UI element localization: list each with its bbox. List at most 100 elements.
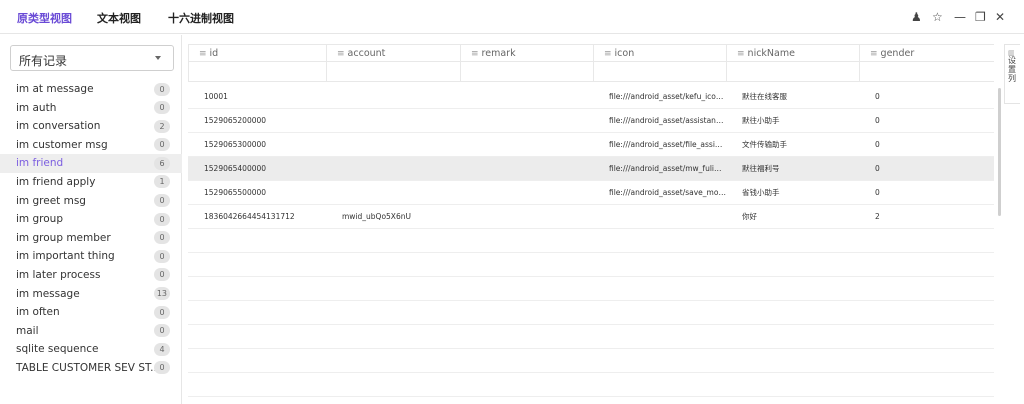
pin-icon[interactable]: ☆ — [932, 9, 943, 25]
cell-nickname[interactable]: 你好 — [726, 205, 859, 229]
table-row[interactable]: 1529065400000 file:///android_asset/mw_fu… — [188, 157, 994, 181]
column-menu-icon[interactable]: ≡ — [870, 49, 878, 59]
table-name: TABLE CUSTOMER SEV ST... — [16, 361, 161, 374]
table-row[interactable]: 10001 file:///android_asset/kefu_icon_...… — [188, 85, 994, 109]
cell-icon[interactable] — [593, 205, 726, 229]
cell-account[interactable] — [326, 133, 460, 157]
record-count-badge: 0 — [154, 268, 170, 282]
cell-id[interactable]: 1836042664454131712 — [188, 205, 326, 229]
cell-icon[interactable]: file:///android_asset/assistant_i... — [593, 109, 726, 133]
sidebar-item-table[interactable]: im group 0 — [0, 210, 182, 229]
sidebar-item-table[interactable]: im later process 0 — [0, 266, 182, 285]
column-header-gender[interactable]: ≡ gender — [859, 45, 994, 63]
record-count-badge: 0 — [154, 212, 170, 226]
sidebar-item-table[interactable]: im greet msg 0 — [0, 192, 182, 211]
record-count-badge: 13 — [153, 287, 170, 301]
table-row[interactable]: 1836042664454131712 mwid_ubQo5X6nU 你好 2 — [188, 205, 994, 229]
vertical-scrollbar[interactable] — [998, 88, 1001, 216]
grid-filter-row — [188, 63, 994, 82]
cell-icon[interactable]: file:///android_asset/mw_fuliha... — [593, 157, 726, 181]
sidebar-item-table[interactable]: im customer msg 0 — [0, 136, 182, 155]
sidebar-item-table[interactable]: im friend apply 1 — [0, 173, 182, 192]
cell-account[interactable] — [326, 157, 460, 181]
cell-account[interactable]: mwid_ubQo5X6nU — [326, 205, 460, 229]
column-filter-input[interactable] — [593, 63, 726, 82]
column-menu-icon[interactable]: ≡ — [199, 49, 207, 59]
column-menu-icon[interactable]: ≡ — [471, 49, 479, 59]
close-icon[interactable]: ✕ — [995, 9, 1005, 25]
column-filter-input[interactable] — [859, 63, 994, 82]
sidebar-item-table[interactable]: im auth 0 — [0, 99, 182, 118]
column-header-remark[interactable]: ≡ remark — [460, 45, 593, 63]
column-filter-input[interactable] — [460, 63, 593, 82]
cell-nickname[interactable]: 默往福利号 — [726, 157, 859, 181]
empty-row — [188, 349, 994, 373]
sidebar-item-table[interactable]: im group member 0 — [0, 229, 182, 248]
cell-gender[interactable]: 0 — [859, 85, 994, 109]
table-name: im later process — [16, 268, 101, 281]
cell-gender[interactable]: 0 — [859, 109, 994, 133]
table-row[interactable]: 1529065300000 file:///android_asset/file_… — [188, 133, 994, 157]
column-menu-icon[interactable]: ≡ — [604, 49, 612, 59]
cell-id[interactable]: 1529065200000 — [188, 109, 326, 133]
cell-gender[interactable]: 0 — [859, 133, 994, 157]
sidebar-item-table[interactable]: im conversation 2 — [0, 117, 182, 136]
sidebar-item-table[interactable]: im message 13 — [0, 285, 182, 304]
record-filter-select[interactable]: 所有记录 — [10, 45, 174, 71]
cell-id[interactable]: 1529065500000 — [188, 181, 326, 205]
cell-icon[interactable]: file:///android_asset/file_assista... — [593, 133, 726, 157]
table-row[interactable]: 1529065200000 file:///android_asset/assis… — [188, 109, 994, 133]
cell-nickname[interactable]: 文件传输助手 — [726, 133, 859, 157]
cell-remark[interactable] — [460, 205, 593, 229]
record-count-badge: 0 — [154, 194, 170, 208]
tab-hex-view[interactable]: 十六进制视图 — [168, 10, 234, 26]
column-filter-input[interactable] — [326, 63, 460, 82]
tab-text-view[interactable]: 文本视图 — [97, 10, 141, 26]
cell-gender[interactable]: 0 — [859, 181, 994, 205]
user-icon[interactable]: ♟ — [911, 9, 922, 25]
cell-remark[interactable] — [460, 157, 593, 181]
column-filter-input[interactable] — [188, 63, 326, 82]
cell-remark[interactable] — [460, 181, 593, 205]
cell-nickname[interactable]: 默往在线客服 — [726, 85, 859, 109]
sidebar-item-table[interactable]: im friend 6 — [0, 154, 182, 173]
record-count-badge: 0 — [154, 324, 170, 338]
sidebar-item-table[interactable]: mail 0 — [0, 322, 182, 341]
cell-remark[interactable] — [460, 109, 593, 133]
column-menu-icon[interactable]: ≡ — [737, 49, 745, 59]
cell-nickname[interactable]: 默往小助手 — [726, 109, 859, 133]
cell-id[interactable]: 10001 — [188, 85, 326, 109]
cell-remark[interactable] — [460, 133, 593, 157]
minimize-icon[interactable]: — — [954, 9, 966, 25]
cell-id[interactable]: 1529065300000 — [188, 133, 326, 157]
sidebar-item-table[interactable]: TABLE CUSTOMER SEV ST... 0 — [0, 359, 182, 378]
column-header-account[interactable]: ≡ account — [326, 45, 460, 63]
table-row[interactable]: 1529065500000 file:///android_asset/save_… — [188, 181, 994, 205]
column-header-icon[interactable]: ≡ icon — [593, 45, 726, 63]
cell-remark[interactable] — [460, 85, 593, 109]
column-settings-label[interactable]: 设置列 — [1007, 56, 1017, 83]
cell-account[interactable] — [326, 181, 460, 205]
cell-gender[interactable]: 2 — [859, 205, 994, 229]
sidebar-item-table[interactable]: im important thing 0 — [0, 247, 182, 266]
chevron-down-icon — [155, 56, 161, 60]
column-filter-input[interactable] — [726, 63, 859, 82]
sidebar-item-table[interactable]: im at message 0 — [0, 80, 182, 99]
column-header-label: id — [209, 48, 219, 59]
sidebar-item-table[interactable]: im often 0 — [0, 303, 182, 322]
cell-icon[interactable]: file:///android_asset/kefu_icon_... — [593, 85, 726, 109]
sidebar-item-table[interactable]: sqlite sequence 4 — [0, 340, 182, 359]
cell-icon[interactable]: file:///android_asset/save_mon... — [593, 181, 726, 205]
cell-id[interactable]: 1529065400000 — [188, 157, 326, 181]
tab-raw-type-view[interactable]: 原类型视图 — [17, 10, 72, 26]
cell-account[interactable] — [326, 109, 460, 133]
cell-gender[interactable]: 0 — [859, 157, 994, 181]
column-header-id[interactable]: ≡ id — [188, 45, 326, 63]
table-name: im auth — [16, 101, 57, 114]
cell-account[interactable] — [326, 85, 460, 109]
column-menu-icon[interactable]: ≡ — [337, 49, 345, 59]
empty-row — [188, 253, 994, 277]
column-header-nickname[interactable]: ≡ nickName — [726, 45, 859, 63]
maximize-icon[interactable]: ❐ — [975, 9, 986, 25]
cell-nickname[interactable]: 省钱小助手 — [726, 181, 859, 205]
